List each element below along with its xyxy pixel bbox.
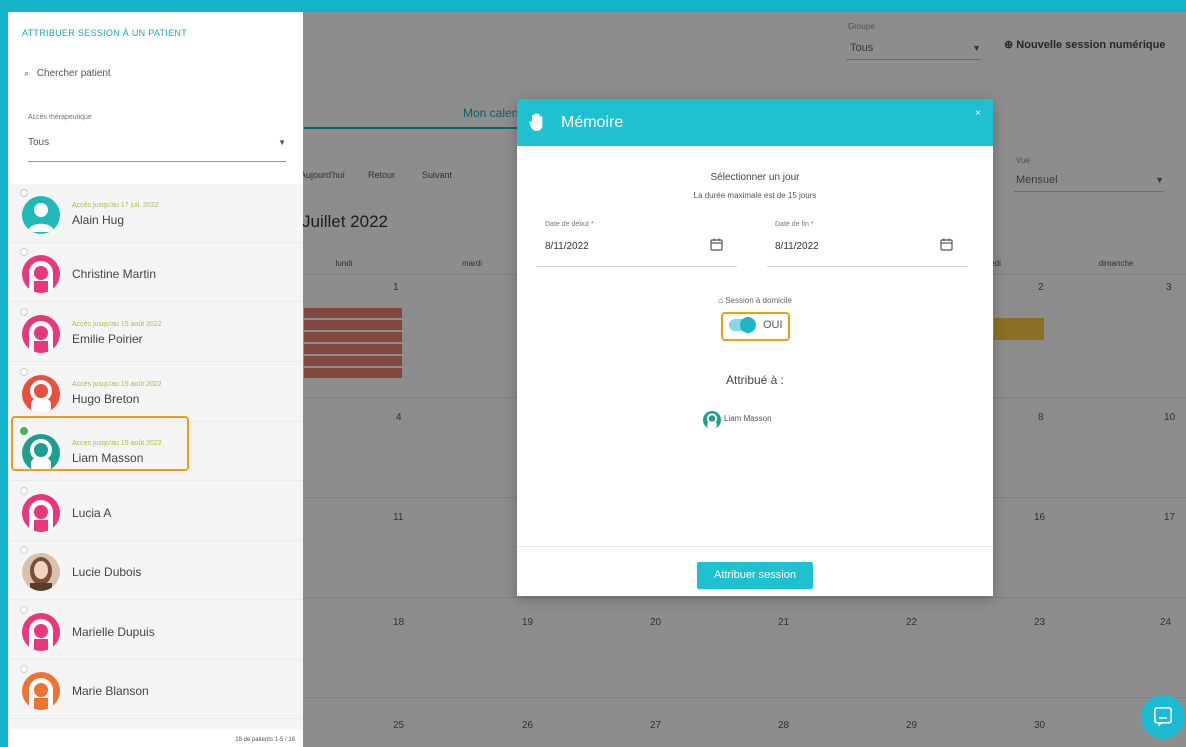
pagination-info: 18 de patients 1-5 / 18 <box>235 737 295 743</box>
patient-row[interactable]: Lucia A <box>8 482 303 541</box>
patient-row[interactable]: Marielle Dupuis <box>8 601 303 660</box>
attributed-to-label: Attribué à : <box>725 373 785 387</box>
home-session-text: Session à domicile <box>725 296 792 305</box>
patient-avatar-icon <box>22 553 60 591</box>
chevron-down-icon: ▼ <box>278 138 286 147</box>
assign-session-button[interactable]: Attribuer session <box>697 562 813 589</box>
patient-avatar-icon <box>22 672 60 710</box>
status-dot <box>20 368 28 376</box>
patient-name: Marie Blanson <box>72 684 149 698</box>
patient-name: Hugo Breton <box>72 392 140 406</box>
end-date-label: Date de fin * <box>775 221 814 228</box>
patient-name: Christine Martin <box>72 267 157 281</box>
home-icon: ⌂ <box>718 296 723 305</box>
attributed-patient-name: Liam Masson <box>724 414 772 423</box>
select-day-text: Sélectionner un jour <box>710 172 800 183</box>
patient-name: Emilie Poirier <box>72 332 143 346</box>
status-dot <box>20 546 28 554</box>
access-filter-label: Accès thérapeutique <box>28 114 92 121</box>
patient-avatar-icon <box>22 315 60 353</box>
patient-row[interactable]: Accès jusqu'au 17 juil. 2022 Alain Hug <box>8 184 303 243</box>
patient-row[interactable]: Accès jusqu'au 15 août 2022 Hugo Breton <box>8 363 303 422</box>
patient-name: Alain Hug <box>72 213 125 227</box>
patient-avatar-icon <box>22 613 60 651</box>
status-dot <box>20 665 28 673</box>
patient-row[interactable]: Lucie Dubois <box>8 541 303 600</box>
access-filter-select[interactable]: Tous ▼ <box>28 126 286 162</box>
patient-avatar-icon <box>22 196 60 234</box>
calendar-icon[interactable] <box>710 238 723 256</box>
access-until-label: Accès jusqu'au 15 août 2022 <box>72 381 162 388</box>
status-dot <box>20 189 28 197</box>
patient-avatar-icon <box>22 255 60 293</box>
modal-title: Mémoire <box>561 114 624 131</box>
access-until-label: Accès jusqu'au 17 juil. 2022 <box>72 202 159 209</box>
hand-icon <box>529 112 545 137</box>
toggle-highlight <box>721 312 790 341</box>
chat-icon <box>1154 707 1172 732</box>
modal-header: Mémoire × <box>517 99 993 146</box>
assign-session-panel: ATTRIBUER SESSION À UN PATIENT ⌕ Cherche… <box>8 12 303 747</box>
calendar-icon[interactable] <box>940 238 953 256</box>
status-dot <box>20 487 28 495</box>
patient-name: Lucia A <box>72 506 112 520</box>
access-until-label: Accès jusqu'au 15 août 2022 <box>72 321 162 328</box>
panel-title: ATTRIBUER SESSION À UN PATIENT <box>22 28 188 38</box>
end-date-field[interactable]: Date de fin * 8/11/2022 <box>767 221 967 267</box>
status-dot <box>20 606 28 614</box>
chat-button[interactable] <box>1141 695 1185 739</box>
patient-avatar-icon <box>22 494 60 532</box>
footer-divider <box>517 546 993 547</box>
search-placeholder: Chercher patient <box>36 68 111 79</box>
access-filter-value: Tous <box>28 137 50 148</box>
patient-row[interactable]: Accès jusqu'au 15 août 2022 Emilie Poirie… <box>8 303 303 362</box>
close-icon[interactable]: × <box>975 108 981 119</box>
patient-name: Marielle Dupuis <box>72 625 155 639</box>
memoire-modal: Mémoire × Sélectionner un jour La durée … <box>517 99 993 596</box>
patient-row[interactable]: Marie Blanson <box>8 660 303 719</box>
status-dot <box>20 308 28 316</box>
start-date-field[interactable]: Date de début * 8/11/2022 <box>537 221 737 267</box>
patient-avatar-icon <box>22 375 60 413</box>
home-session-label: ⌂ Session à domicile <box>517 296 993 305</box>
start-date-label: Date de début * <box>545 221 594 228</box>
patient-highlight <box>11 416 189 471</box>
end-date-value: 8/11/2022 <box>775 241 819 252</box>
patient-avatar-icon <box>703 411 721 429</box>
status-dot <box>20 248 28 256</box>
start-date-value: 8/11/2022 <box>545 241 589 252</box>
max-duration-hint: La durée maximale est de 15 jours <box>693 191 817 200</box>
patient-search-input[interactable]: ⌕ Chercher patient <box>24 68 286 92</box>
patient-name: Lucie Dubois <box>72 565 142 579</box>
patient-row[interactable]: Christine Martin <box>8 243 303 302</box>
search-icon: ⌕ <box>24 68 30 78</box>
